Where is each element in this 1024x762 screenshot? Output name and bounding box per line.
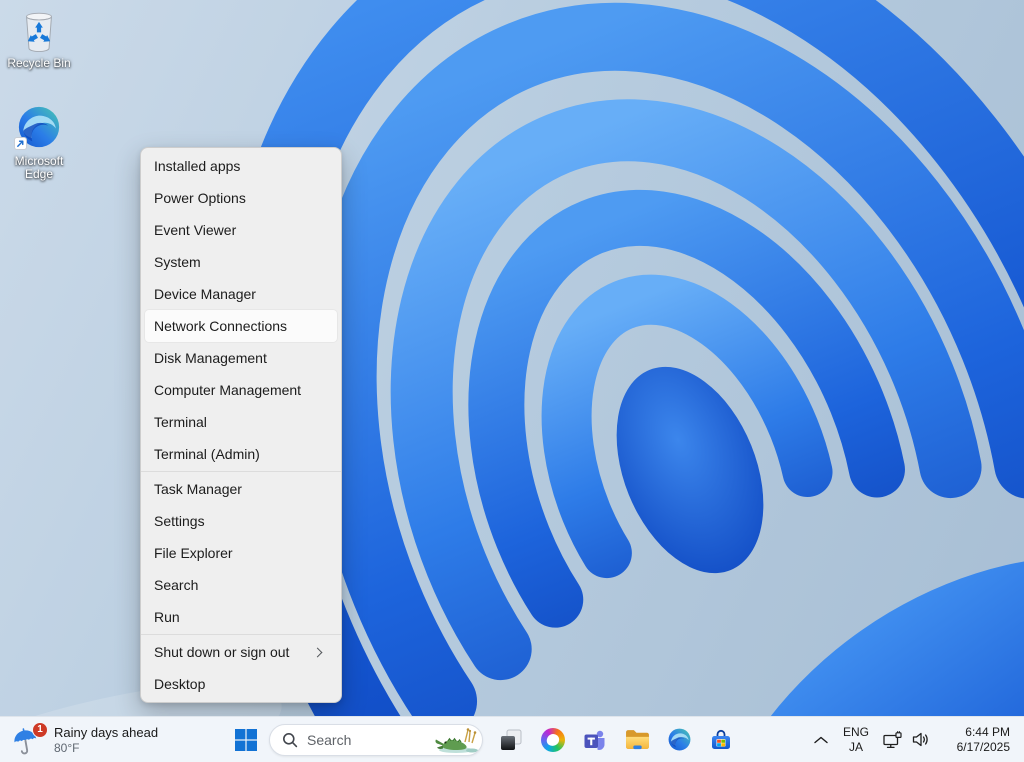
copilot-button[interactable]: [532, 720, 574, 760]
search-icon: [283, 732, 298, 747]
file-explorer-icon: [625, 730, 649, 750]
menu-item-label: Run: [154, 609, 180, 625]
menu-item-label: Disk Management: [154, 350, 267, 366]
menu-item-label: Installed apps: [154, 158, 241, 174]
menu-item-label: Search: [154, 577, 199, 593]
menu-item-label: Task Manager: [154, 481, 242, 497]
task-view-button[interactable]: [490, 720, 532, 760]
teams-icon: [584, 730, 605, 750]
menu-item-installed-apps[interactable]: Installed apps: [145, 150, 337, 182]
menu-item-label: Network Connections: [154, 318, 288, 334]
menu-item-power-options[interactable]: Power Options: [145, 182, 337, 214]
edge-icon: [668, 728, 690, 751]
menu-item-label: System: [154, 254, 201, 270]
widgets-weather-button[interactable]: 1 Rainy days ahead 80°F: [0, 717, 174, 762]
desktop-background[interactable]: Recycle Bin Microsoft Edge Installed app…: [0, 0, 1024, 762]
language-secondary: JA: [848, 739, 863, 754]
desktop-icon-microsoft-edge[interactable]: Microsoft Edge: [1, 104, 77, 181]
tray-time: 6:44 PM: [965, 724, 1010, 739]
desktop-icon-recycle-bin[interactable]: Recycle Bin: [1, 6, 77, 70]
menu-separator: [141, 634, 341, 635]
desktop-icon-label: Microsoft Edge: [14, 154, 64, 181]
menu-item-label: Device Manager: [154, 286, 256, 302]
search-placeholder: Search: [307, 731, 352, 748]
menu-item-terminal-admin[interactable]: Terminal (Admin): [145, 438, 337, 470]
taskbar: 1 Rainy days ahead 80°F Search ENG JA 6:…: [0, 716, 1024, 762]
tray-date: 6/17/2025: [956, 739, 1010, 754]
language-primary: ENG: [842, 724, 869, 739]
speaker-icon: [912, 732, 928, 747]
submenu-chevron-icon: [312, 647, 323, 657]
menu-item-computer-management[interactable]: Computer Management: [145, 374, 337, 406]
menu-item-run[interactable]: Run: [145, 601, 337, 633]
menu-item-label: Desktop: [154, 676, 206, 692]
menu-item-shut-down-or-sign-out[interactable]: Shut down or sign out: [145, 636, 337, 668]
winx-context-menu: Installed apps Power Options Event Viewer S…: [140, 147, 342, 703]
weather-headline: Rainy days ahead: [54, 724, 159, 740]
menu-item-desktop[interactable]: Desktop: [145, 668, 337, 700]
menu-item-network-connections[interactable]: Network Connections: [145, 310, 337, 342]
microsoft-store-button[interactable]: [700, 720, 742, 760]
menu-item-label: File Explorer: [154, 545, 233, 561]
menu-item-label: Shut down or sign out: [154, 644, 290, 660]
menu-item-label: Settings: [154, 513, 205, 529]
menu-item-label: Terminal (Admin): [154, 446, 260, 462]
network-volume-button[interactable]: [876, 722, 936, 758]
recycle-bin-icon: [25, 12, 53, 53]
menu-item-task-manager[interactable]: Task Manager: [145, 473, 337, 505]
edge-button[interactable]: [658, 720, 700, 760]
desktop-icon-label: Recycle Bin: [7, 56, 71, 70]
menu-item-settings[interactable]: Settings: [145, 505, 337, 537]
microsoft-store-icon: [712, 729, 730, 749]
notification-badge: 1: [32, 721, 48, 738]
menu-item-event-viewer[interactable]: Event Viewer: [145, 214, 337, 246]
chevron-up-icon: [814, 736, 828, 743]
wired-network-icon: [882, 730, 902, 748]
menu-item-label: Terminal: [154, 414, 207, 430]
menu-item-disk-management[interactable]: Disk Management: [145, 342, 337, 374]
tray-overflow-button[interactable]: [806, 722, 836, 758]
menu-item-terminal[interactable]: Terminal: [145, 406, 337, 438]
windows-logo-icon: [235, 728, 257, 751]
menu-item-search[interactable]: Search: [145, 569, 337, 601]
clock-button[interactable]: 6:44 PM 6/17/2025: [936, 725, 1014, 755]
shortcut-arrow-icon: [14, 137, 27, 150]
copilot-icon: [541, 727, 565, 752]
start-button[interactable]: [228, 720, 264, 760]
teams-button[interactable]: [574, 720, 616, 760]
menu-separator: [141, 471, 341, 472]
language-indicator[interactable]: ENG JA: [836, 723, 876, 757]
menu-item-label: Power Options: [154, 190, 246, 206]
menu-item-label: Event Viewer: [154, 222, 237, 238]
menu-item-file-explorer[interactable]: File Explorer: [145, 537, 337, 569]
menu-item-label: Computer Management: [154, 382, 302, 398]
file-explorer-button[interactable]: [616, 720, 658, 760]
search-input[interactable]: Search: [269, 723, 483, 756]
menu-item-system[interactable]: System: [145, 246, 337, 278]
search-highlight-crocodile-image: [435, 727, 478, 753]
task-view-icon: [501, 729, 522, 750]
menu-item-device-manager[interactable]: Device Manager: [145, 278, 337, 310]
weather-temperature: 80°F: [54, 740, 80, 755]
